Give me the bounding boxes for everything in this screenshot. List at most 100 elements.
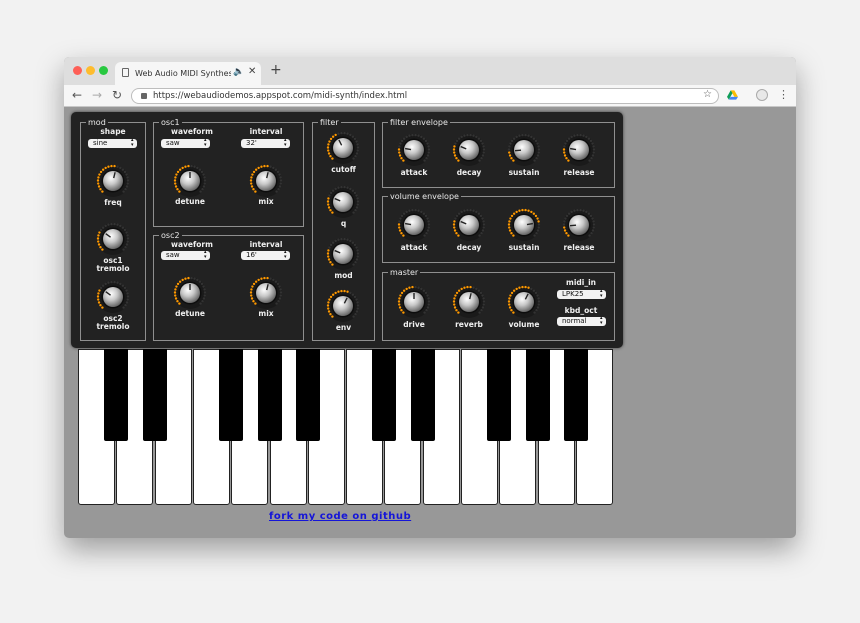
maximize-window-button[interactable] [99,66,108,75]
drive-label: drive [403,320,425,329]
kbd-oct-label: kbd_oct [564,306,598,315]
black-key[interactable] [295,349,320,441]
midi-in-select[interactable]: LPK25 [557,289,606,299]
filter-group-title: filter [318,118,341,127]
synth-panel: mod shape sine freq osc1 tremolo osc2 tr… [71,112,623,348]
black-key[interactable] [219,349,244,441]
osc2-interval-label: interval [249,240,283,249]
black-key[interactable] [142,349,167,441]
filter-mod-label: mod [334,271,353,280]
lock-icon [141,93,147,99]
osc2-mix-knob[interactable] [248,275,284,311]
browser-window: Web Audio MIDI Synthesizer 🔈 ✕ + ← → ↻ h… [64,57,796,538]
filter-release-label: release [563,168,595,177]
back-icon[interactable]: ← [72,88,82,102]
osc2-detune-knob[interactable] [172,275,208,311]
osc1-waveform-label: waveform [171,127,213,136]
filter-attack-knob[interactable] [396,132,432,168]
reverb-label: reverb [455,320,483,329]
filter-mod-knob[interactable] [325,236,361,272]
osc1-tremolo-knob[interactable] [95,221,131,257]
kbd-oct-select[interactable]: normal [557,316,606,326]
q-label: q [340,219,347,228]
google-drive-icon[interactable] [727,90,738,100]
black-key[interactable] [563,349,588,441]
address-bar[interactable]: https://webaudiodemos.appspot.com/midi-s… [131,88,719,104]
volume-attack-label: attack [400,243,428,252]
master-group-title: master [388,268,421,277]
shape-label: shape [100,127,126,136]
close-window-button[interactable] [73,66,82,75]
black-key[interactable] [525,349,550,441]
osc2-waveform-label: waveform [171,240,213,249]
black-key[interactable] [410,349,435,441]
volume-decay-label: decay [456,243,482,252]
mod-group-title: mod [86,118,108,127]
osc2-tremolo-label: osc2 tremolo [96,314,130,331]
reload-icon[interactable]: ↻ [112,88,122,102]
volume-attack-knob[interactable] [396,207,432,243]
black-key[interactable] [104,349,129,441]
volume-decay-knob[interactable] [451,207,487,243]
midi-in-label: midi_in [566,278,596,287]
mod-shape-select[interactable]: sine [88,138,137,148]
url-text: https://webaudiodemos.appspot.com/midi-s… [153,91,408,101]
volume-knob[interactable] [506,284,542,320]
filter-envelope-title: filter envelope [388,118,450,127]
cutoff-label: cutoff [331,165,356,174]
filter-env-knob[interactable] [325,288,361,324]
filter-release-knob[interactable] [561,132,597,168]
osc1-interval-label: interval [249,127,283,136]
volume-sustain-knob[interactable] [506,207,542,243]
filter-attack-label: attack [400,168,428,177]
cutoff-knob[interactable] [325,130,361,166]
drive-knob[interactable] [396,284,432,320]
tab-strip: Web Audio MIDI Synthesizer 🔈 ✕ + [64,57,796,85]
github-link[interactable]: fork my code on github [269,511,411,522]
page-icon [122,68,129,77]
profile-avatar-icon[interactable] [756,89,768,101]
bookmark-star-icon[interactable]: ☆ [703,89,712,100]
volume-label: volume [508,320,540,329]
browser-tab[interactable]: Web Audio MIDI Synthesizer 🔈 ✕ [115,62,261,85]
osc2-tremolo-knob[interactable] [95,279,131,315]
osc2-interval-select[interactable]: 16' [241,250,290,260]
black-key[interactable] [372,349,397,441]
piano-keyboard [78,349,615,505]
osc1-tremolo-label: osc1 tremolo [96,256,130,273]
osc1-mix-knob[interactable] [248,163,284,199]
tab-title: Web Audio MIDI Synthesizer [135,69,231,78]
freq-knob[interactable] [95,163,131,199]
q-knob[interactable] [325,184,361,220]
filter-sustain-label: sustain [508,168,540,177]
menu-dots-icon[interactable]: ⋮ [778,88,789,101]
filter-env-label: env [335,323,352,332]
volume-envelope-title: volume envelope [388,192,461,201]
browser-toolbar: ← → ↻ https://webaudiodemos.appspot.com/… [64,85,796,107]
osc2-detune-label: detune [175,309,205,318]
filter-decay-label: decay [456,168,482,177]
new-tab-button[interactable]: + [270,63,282,77]
forward-icon[interactable]: → [92,88,102,102]
osc1-group-title: osc1 [159,118,182,127]
reverb-knob[interactable] [451,284,487,320]
osc2-mix-label: mix [258,309,274,318]
osc2-waveform-select[interactable]: saw [161,250,210,260]
osc1-interval-select[interactable]: 32' [241,138,290,148]
speaker-icon[interactable]: 🔈 [233,67,244,77]
minimize-window-button[interactable] [86,66,95,75]
osc2-group-title: osc2 [159,231,182,240]
osc1-waveform-select[interactable]: saw [161,138,210,148]
osc1-detune-label: detune [175,197,205,206]
filter-sustain-knob[interactable] [506,132,542,168]
osc1-detune-knob[interactable] [172,163,208,199]
volume-release-label: release [563,243,595,252]
black-key[interactable] [257,349,282,441]
black-key[interactable] [487,349,512,441]
volume-release-knob[interactable] [561,207,597,243]
close-tab-icon[interactable]: ✕ [248,66,256,77]
volume-sustain-label: sustain [508,243,540,252]
freq-label: freq [104,198,122,207]
filter-decay-knob[interactable] [451,132,487,168]
osc1-mix-label: mix [258,197,274,206]
